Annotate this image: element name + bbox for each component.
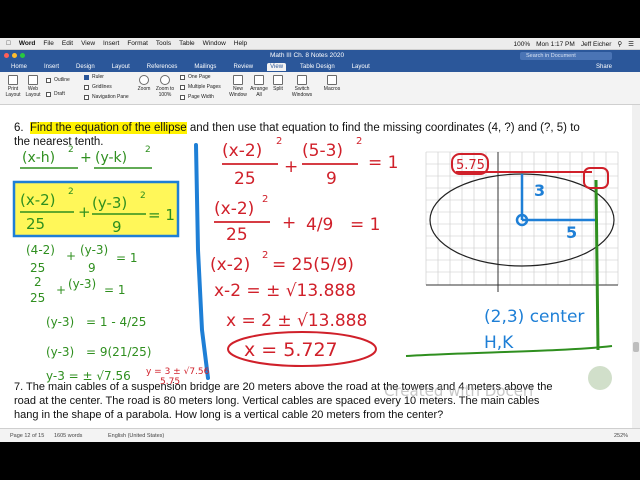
red-y-solution: y = 3 ± √7.56 — [146, 366, 210, 377]
red-step-4: x-2 = ± √13.888 — [214, 281, 356, 301]
status-bar: Page 12 of 15 1605 words English (United… — [0, 428, 640, 442]
vertical-scrollbar[interactable] — [632, 105, 640, 428]
graph-label-575: 5.75 — [456, 158, 485, 173]
red-step-2-den: 25 — [226, 225, 248, 245]
word-count[interactable]: 1605 words — [54, 433, 82, 439]
red-step-1-exp: 2 — [276, 136, 282, 147]
red-step-1-exp2: 2 — [356, 136, 362, 147]
scrollbar-thumb[interactable] — [633, 342, 639, 352]
green-step-1a: (4-2) — [26, 243, 55, 257]
red-step-5: x = 2 ± √13.888 — [226, 311, 367, 331]
doceri-logo-icon — [588, 366, 612, 390]
hk-note: H,K — [484, 333, 514, 353]
green-step-2a: 2 — [34, 275, 42, 289]
general-form-exp-2: 2 — [145, 145, 151, 155]
doceri-watermark: Created with Doceri — [384, 382, 533, 400]
boxed-eq-1: = 1 — [148, 206, 175, 224]
boxed-exp-1: 2 — [68, 187, 74, 197]
graph-label-3: 3 — [534, 181, 545, 200]
red-work: (x-2) 2 25 + (5-3) 2 9 = 1 (x-2) 2 25 + … — [210, 136, 398, 361]
green-step-3-rhs: = 1 - 4/25 — [86, 315, 146, 329]
general-form: (x-h) 2 + (y-k) 2 — [20, 145, 152, 169]
green-step-3: (y-3) — [46, 315, 74, 329]
red-step-2-x: (x-2) — [214, 199, 254, 219]
red-step-2-eq: = 1 — [350, 215, 380, 235]
general-form-y-term: (y-k) — [95, 150, 127, 166]
red-step-2-plus: + — [282, 213, 296, 233]
center-note: (2,3) center — [484, 307, 584, 327]
green-step-4-rhs: = 9(21/25) — [86, 345, 151, 359]
red-step-1-y: (5-3) — [302, 141, 343, 161]
green-step-1-eq: = 1 — [116, 251, 138, 265]
green-step-4: (y-3) — [46, 345, 74, 359]
bottom-letterbox — [0, 442, 640, 480]
red-step-1-plus: + — [284, 157, 298, 177]
general-form-exp-1: 2 — [68, 145, 74, 155]
red-step-2-exp: 2 — [262, 194, 268, 205]
graph-label-5: 5 — [566, 223, 577, 242]
handwriting-overlay: (x-h) 2 + (y-k) 2 (x-2) 2 25 + (y-3) 2 9… — [12, 136, 619, 400]
red-step-2-frac: 4/9 — [306, 215, 333, 235]
graph-green-vertical — [594, 179, 600, 351]
ellipse-graph: 5.75 3 5 (2,3) center H,K — [425, 151, 619, 353]
green-step-2-den: 25 — [30, 291, 45, 305]
page-count[interactable]: Page 12 of 15 — [10, 433, 44, 439]
red-step-3-rhs: = 25(5/9) — [272, 255, 354, 275]
zoom-level[interactable]: 252% — [614, 433, 628, 439]
red-step-3-exp: 2 — [262, 250, 268, 261]
red-step-1-den: 25 — [234, 169, 256, 189]
general-form-plus: + — [80, 150, 92, 166]
boxed-exp-2: 2 — [140, 191, 146, 201]
boxed-den-25: 25 — [26, 215, 45, 233]
red-y-value: 5.75 — [160, 377, 180, 387]
green-work: (4-2) 25 + (y-3) 9 = 1 2 25 + (y-3) = 1 … — [26, 243, 151, 383]
language-status[interactable]: English (United States) — [108, 433, 164, 439]
red-step-1-den9: 9 — [326, 169, 337, 189]
red-note-left: y = 3 ± √7.56 5.75 — [146, 366, 210, 387]
screen:  Word File Edit View Insert Format Tool… — [0, 0, 640, 480]
red-step-1-x: (x-2) — [222, 141, 262, 161]
boxed-plus: + — [78, 203, 91, 221]
green-step-1-den: 25 — [30, 261, 45, 275]
blue-divider-stroke — [194, 143, 210, 380]
green-step-1b: (y-3) — [80, 243, 108, 257]
green-step-2-eq: = 1 — [104, 283, 126, 297]
green-step-1-plus: + — [66, 249, 76, 263]
green-step-2-plus: + — [56, 283, 66, 297]
green-step-1-den9: 9 — [88, 261, 96, 275]
general-form-x-term: (x-h) — [22, 150, 55, 166]
boxed-den-9: 9 — [112, 218, 122, 236]
boxed-x-term: (x-2) — [20, 191, 56, 209]
red-step-6: x = 5.727 — [244, 339, 338, 361]
boxed-y-term: (y-3) — [92, 194, 127, 212]
green-step-2b: (y-3) — [68, 277, 96, 291]
red-step-1-eq: = 1 — [368, 153, 398, 173]
green-step-5: y-3 = ± √7.56 — [46, 369, 131, 383]
red-step-3: (x-2) — [210, 255, 250, 275]
